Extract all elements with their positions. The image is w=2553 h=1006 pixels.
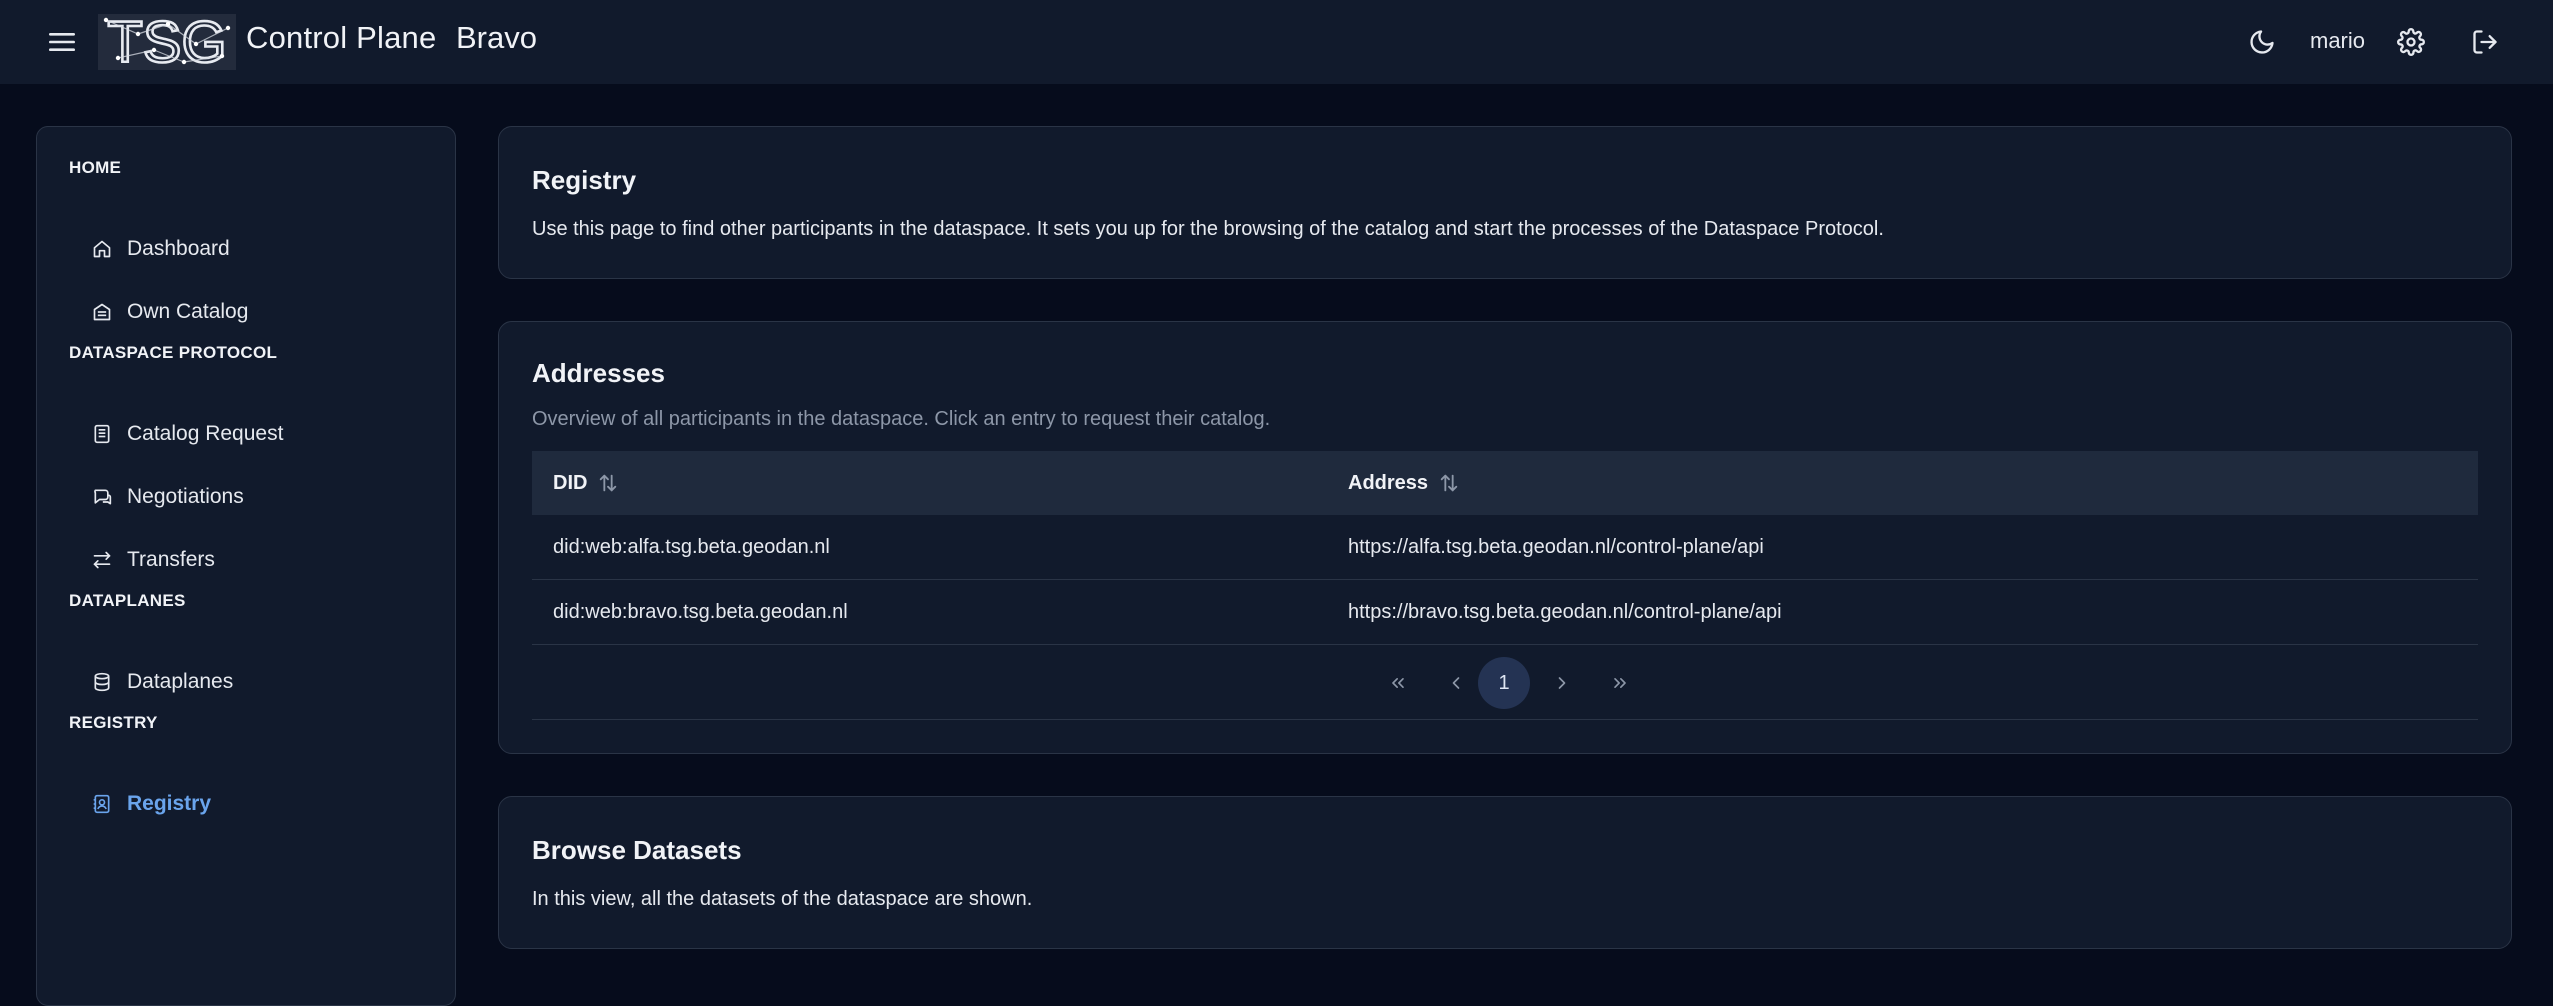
- previous-page-button[interactable]: [1430, 657, 1482, 709]
- document-icon: [91, 423, 113, 445]
- cell-address: https://bravo.tsg.beta.geodan.nl/control…: [1348, 600, 1782, 623]
- table-header: DID Address: [532, 451, 2478, 515]
- browse-datasets-title: Browse Datasets: [532, 835, 742, 865]
- database-icon: [91, 671, 113, 693]
- registry-card-description: Use this page to find other participants…: [532, 218, 1884, 240]
- chevron-right-icon: [1558, 677, 1566, 689]
- transfer-icon: [91, 549, 113, 571]
- chevrons-left-icon: [1392, 678, 1404, 688]
- nav-item-registry[interactable]: Registry: [91, 784, 431, 824]
- nav-item-label: Dataplanes: [127, 670, 234, 693]
- addresses-table: DID Address did:web:alfa.tsg.beta.geodan…: [532, 451, 2478, 720]
- page-button-current[interactable]: 1: [1478, 657, 1530, 709]
- pagination: 1: [532, 645, 2478, 720]
- chat-icon: [91, 486, 113, 508]
- column-header-label: Address: [1348, 471, 1429, 494]
- nav-item-label: Transfers: [127, 548, 215, 571]
- menu-button[interactable]: [46, 28, 78, 56]
- instance-name: Bravo: [456, 20, 537, 55]
- nav-section-dataspace-protocol: DATASPACE PROTOCOL: [69, 343, 278, 362]
- first-page-button[interactable]: [1372, 657, 1424, 709]
- theme-toggle-button[interactable]: [2244, 24, 2280, 60]
- chevron-left-icon: [1452, 677, 1460, 689]
- logout-button[interactable]: [2467, 24, 2503, 60]
- nav-item-label: Registry: [127, 792, 212, 815]
- addresses-card: Addresses Overview of all participants i…: [498, 321, 2512, 754]
- nav-item-dataplanes[interactable]: Dataplanes: [91, 662, 431, 702]
- column-header-did[interactable]: DID: [553, 451, 619, 515]
- sort-icon[interactable]: [597, 472, 619, 494]
- addresses-card-subtitle: Overview of all participants in the data…: [532, 408, 1271, 430]
- cell-did: did:web:alfa.tsg.beta.geodan.nl: [553, 535, 830, 558]
- sidebar: HOME Dashboard Own Catalog DATASPACE PRO…: [36, 126, 456, 1006]
- registry-card: Registry Use this page to find other par…: [498, 126, 2512, 279]
- nav-item-label: Catalog Request: [127, 422, 284, 445]
- next-page-button[interactable]: [1536, 657, 1588, 709]
- sort-icon[interactable]: [1438, 472, 1460, 494]
- nav-item-dashboard[interactable]: Dashboard: [91, 229, 431, 269]
- table-row[interactable]: did:web:alfa.tsg.beta.geodan.nl https://…: [532, 515, 2478, 580]
- top-bar: TSG Control Plane Bravo mario: [0, 0, 2553, 84]
- nav-section-registry: REGISTRY: [69, 713, 158, 732]
- moon-icon: [2250, 30, 2274, 54]
- app-title: Control Plane: [246, 20, 437, 55]
- nav-item-label: Negotiations: [127, 485, 244, 508]
- settings-button[interactable]: [2393, 24, 2429, 60]
- nav-section-home: HOME: [69, 158, 122, 177]
- menu-icon: [49, 33, 75, 51]
- tsg-logo[interactable]: TSG: [98, 9, 236, 76]
- logout-icon: [2473, 30, 2497, 54]
- nav-item-own-catalog[interactable]: Own Catalog: [91, 292, 431, 332]
- gear-icon: [2397, 28, 2425, 56]
- nav-item-label: Own Catalog: [127, 300, 249, 323]
- addresses-card-title: Addresses: [532, 358, 665, 388]
- user-name[interactable]: mario: [2310, 28, 2365, 54]
- browse-datasets-card: Browse Datasets In this view, all the da…: [498, 796, 2512, 949]
- nav-item-catalog-request[interactable]: Catalog Request: [91, 414, 431, 454]
- browse-datasets-description: In this view, all the datasets of the da…: [532, 888, 1033, 910]
- chevrons-right-icon: [1614, 678, 1626, 688]
- last-page-button[interactable]: [1594, 657, 1646, 709]
- nav-item-transfers[interactable]: Transfers: [91, 540, 431, 580]
- nav-item-label: Dashboard: [127, 237, 230, 260]
- contacts-icon: [91, 793, 113, 815]
- cell-did: did:web:bravo.tsg.beta.geodan.nl: [553, 600, 848, 623]
- nav-item-negotiations[interactable]: Negotiations: [91, 477, 431, 517]
- registry-card-title: Registry: [532, 165, 637, 195]
- column-header-label: DID: [553, 471, 588, 494]
- cell-address: https://alfa.tsg.beta.geodan.nl/control-…: [1348, 535, 1764, 558]
- nav-section-dataplanes: DATAPLANES: [69, 591, 186, 610]
- column-header-address[interactable]: Address: [1348, 451, 1460, 515]
- table-row[interactable]: did:web:bravo.tsg.beta.geodan.nl https:/…: [532, 580, 2478, 645]
- catalog-icon: [91, 301, 113, 323]
- home-icon: [91, 238, 113, 260]
